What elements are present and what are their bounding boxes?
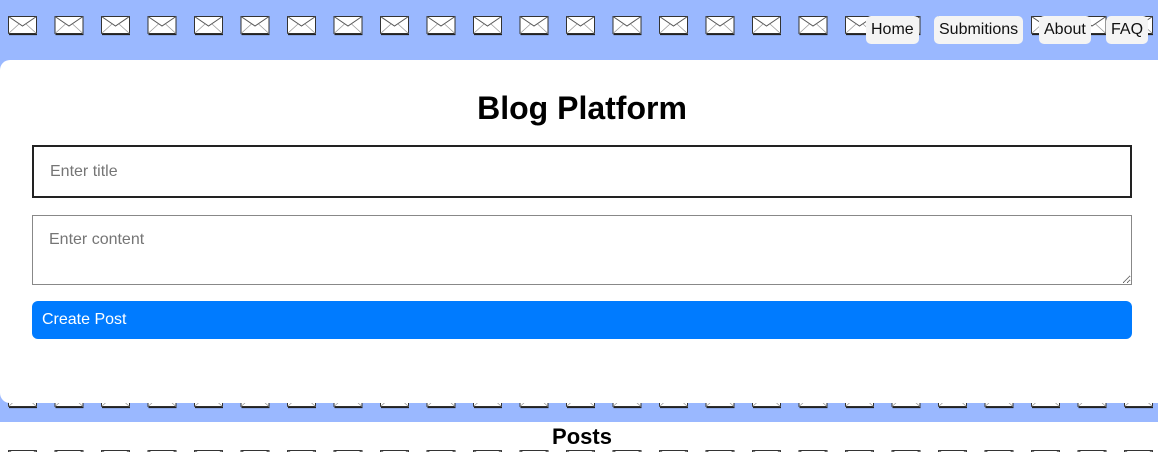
title-input[interactable] [32,145,1132,198]
nav-about-link[interactable]: About [1039,16,1091,44]
posts-heading: Posts [552,424,612,449]
nav-submitions-link[interactable]: Submitions [934,16,1024,44]
post-form-card: Blog Platform Create Post [0,60,1158,403]
content-textarea[interactable] [32,215,1132,285]
nav-home-link[interactable]: Home [866,16,919,44]
create-post-button[interactable]: Create Post [32,301,1132,339]
page-title: Blog Platform [477,90,687,126]
nav-faq-link[interactable]: FAQ [1106,16,1149,44]
